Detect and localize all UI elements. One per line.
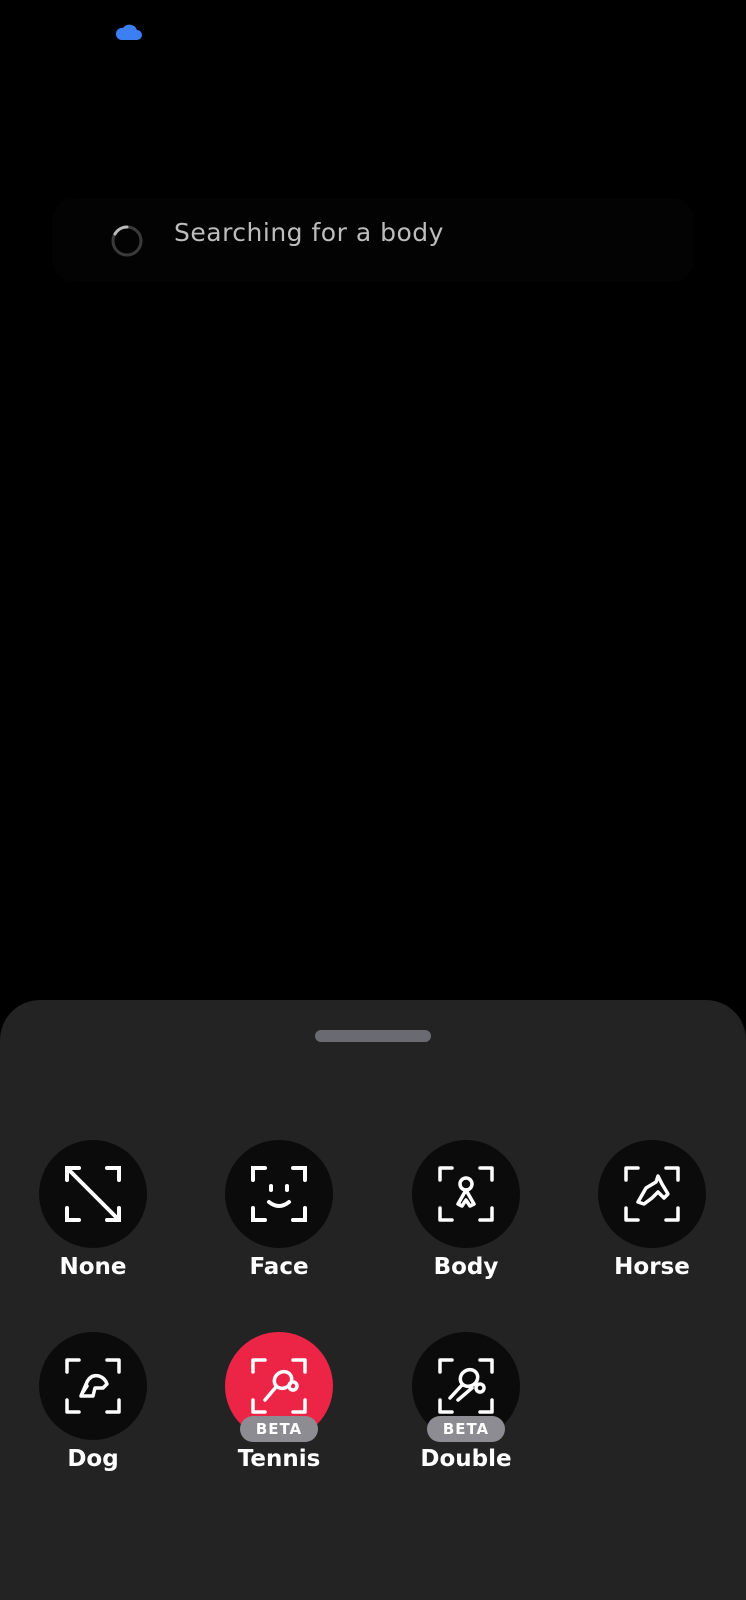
option-label: Body xyxy=(433,1254,499,1280)
sheet-drag-handle[interactable] xyxy=(315,1030,431,1042)
option-label: Dog xyxy=(67,1446,119,1472)
horse-frame-icon xyxy=(624,1166,680,1222)
option-double[interactable]: BETA Double xyxy=(386,1332,546,1492)
none-option-button[interactable] xyxy=(39,1140,147,1248)
tracking-status-text: Searching for a body xyxy=(174,218,444,247)
option-none[interactable]: None xyxy=(13,1140,173,1300)
double-racket-frame-icon xyxy=(438,1358,494,1414)
cloud-icon xyxy=(114,22,144,46)
body-option-button[interactable] xyxy=(412,1140,520,1248)
face-frame-icon xyxy=(251,1166,307,1222)
option-label: Horse xyxy=(614,1254,690,1280)
loading-spinner-icon xyxy=(110,224,144,262)
option-face[interactable]: Face xyxy=(199,1140,359,1300)
option-tennis[interactable]: BETA Tennis xyxy=(199,1332,359,1492)
tennis-racket-frame-icon xyxy=(251,1358,307,1414)
option-label: Face xyxy=(249,1254,309,1280)
horse-option-button[interactable] xyxy=(598,1140,706,1248)
option-label: None xyxy=(59,1254,127,1280)
dog-option-button[interactable] xyxy=(39,1332,147,1440)
option-label: Tennis xyxy=(237,1446,321,1472)
beta-badge: BETA xyxy=(240,1416,318,1442)
option-dog[interactable]: Dog xyxy=(13,1332,173,1492)
none-frame-icon xyxy=(65,1166,121,1222)
option-body[interactable]: Body xyxy=(386,1140,546,1300)
option-label: Double xyxy=(420,1446,512,1472)
tracking-mode-sheet: None Face Body Horse Dog BETA Tennis BET… xyxy=(0,1000,746,1600)
option-horse[interactable]: Horse xyxy=(572,1140,732,1300)
beta-badge: BETA xyxy=(427,1416,505,1442)
body-frame-icon xyxy=(438,1166,494,1222)
face-option-button[interactable] xyxy=(225,1140,333,1248)
dog-frame-icon xyxy=(65,1358,121,1414)
